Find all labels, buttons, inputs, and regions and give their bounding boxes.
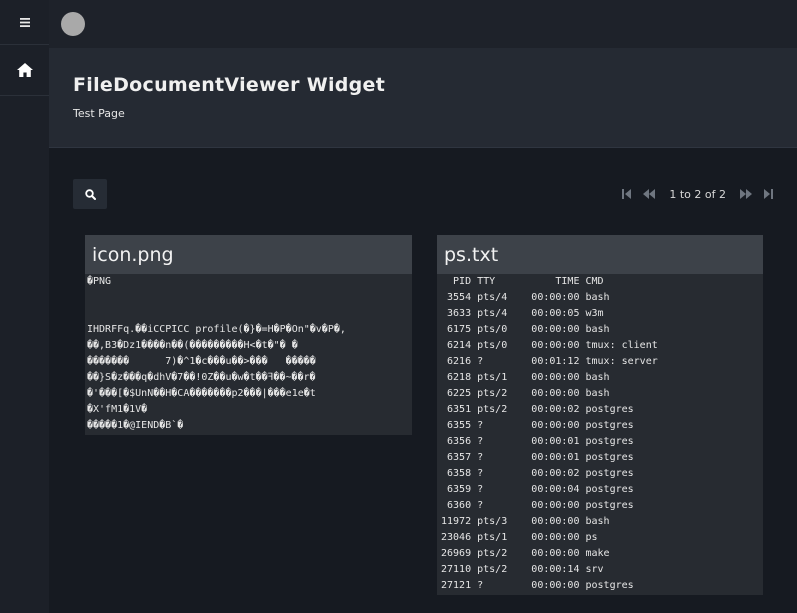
file-content-line: 6360 ? 00:00:00 postgres: [441, 500, 634, 511]
menu-button[interactable]: [0, 0, 49, 44]
last-page-icon[interactable]: [764, 189, 773, 199]
file-content-line: ��}S�z���q�dhV�7��!0Z��u�w�t��ꟻ��~��r�: [87, 372, 316, 383]
file-content-line: 3554 pts/4 00:00:00 bash: [441, 292, 610, 303]
user-avatar[interactable]: [61, 12, 85, 36]
file-content-line: �����1�@IEND�B`�: [87, 420, 184, 431]
file-content: �PNG IHDRFFq.��iCCPICC profile(�}�=H�P�On…: [85, 274, 412, 435]
main-content: 1 to 2 of 2 icon.png �PNG IHDRFFq.��iCCPI…: [49, 148, 797, 613]
file-content-line: 11972 pts/3 00:00:00 bash: [441, 516, 610, 527]
sidebar: [0, 0, 50, 613]
file-content-line: �'���[�$UnN��H�CA�������p2���|���e1e�t: [87, 388, 316, 399]
search-icon: [84, 188, 96, 200]
file-card-title: ps.txt: [437, 235, 763, 274]
file-card-title: icon.png: [85, 235, 412, 274]
file-content-line: 6351 pts/2 00:00:02 postgres: [441, 404, 634, 415]
file-content-line: 6216 ? 00:01:12 tmux: server: [441, 356, 658, 367]
sidebar-item-home[interactable]: [0, 44, 49, 96]
file-content-line: PID TTY TIME CMD: [441, 276, 604, 287]
file-content-line: 6357 ? 00:00:01 postgres: [441, 452, 634, 463]
file-content-line: 27121 ? 00:00:00 postgres: [441, 580, 634, 591]
pagination: 1 to 2 of 2: [622, 184, 773, 204]
page-title: FileDocumentViewer Widget: [73, 74, 386, 96]
file-content-line: 6356 ? 00:00:01 postgres: [441, 436, 634, 447]
file-content-line: 26969 pts/2 00:00:00 make: [441, 548, 610, 559]
page-header: FileDocumentViewer Widget Test Page: [49, 48, 797, 148]
first-page-icon[interactable]: [622, 189, 632, 199]
file-content-line: �PNG: [87, 276, 112, 287]
pagination-status: 1 to 2 of 2: [669, 187, 726, 201]
file-content-line: 23046 pts/1 00:00:00 ps: [441, 532, 598, 543]
file-content-line: 6358 ? 00:00:02 postgres: [441, 468, 634, 479]
search-button[interactable]: [73, 179, 107, 209]
file-content-line: [87, 290, 412, 306]
file-content-line: 6355 ? 00:00:00 postgres: [441, 420, 634, 431]
file-content-line: 3633 pts/4 00:00:05 w3m: [441, 308, 604, 319]
file-content-line: �X'fM1�1V�: [87, 404, 148, 415]
file-card: icon.png �PNG IHDRFFq.��iCCPICC profile(�…: [85, 235, 412, 435]
file-content-line: 6225 pts/2 00:00:00 bash: [441, 388, 610, 399]
file-content-line: 6214 pts/0 00:00:00 tmux: client: [441, 340, 658, 351]
file-content-line: 6359 ? 00:00:04 postgres: [441, 484, 634, 495]
page-subtitle: Test Page: [73, 107, 125, 120]
file-content-line: 6218 pts/1 00:00:00 bash: [441, 372, 610, 383]
file-card: ps.txt PID TTY TIME CMD 3554 pts/4 00:00…: [437, 235, 763, 595]
file-content: PID TTY TIME CMD 3554 pts/4 00:00:00 bas…: [437, 274, 763, 595]
next-page-icon[interactable]: [740, 189, 752, 199]
file-content-line: 6175 pts/0 00:00:00 bash: [441, 324, 610, 335]
file-content-line: [87, 306, 412, 322]
file-content-line: ������� 7)�^1�c���u��>��� �����: [87, 356, 316, 367]
file-content-line: ��,B3�Dz1����n��(���������H<�t�"� �: [87, 340, 298, 351]
file-content-line: IHDRFFq.��iCCPICC profile(�}�=H�P�On"�v�…: [87, 324, 346, 335]
hamburger-icon: [19, 17, 30, 27]
top-bar: [49, 0, 797, 48]
home-icon: [16, 63, 33, 77]
file-content-line: 27110 pts/2 00:00:14 srv: [441, 564, 604, 575]
previous-page-icon[interactable]: [643, 189, 656, 199]
